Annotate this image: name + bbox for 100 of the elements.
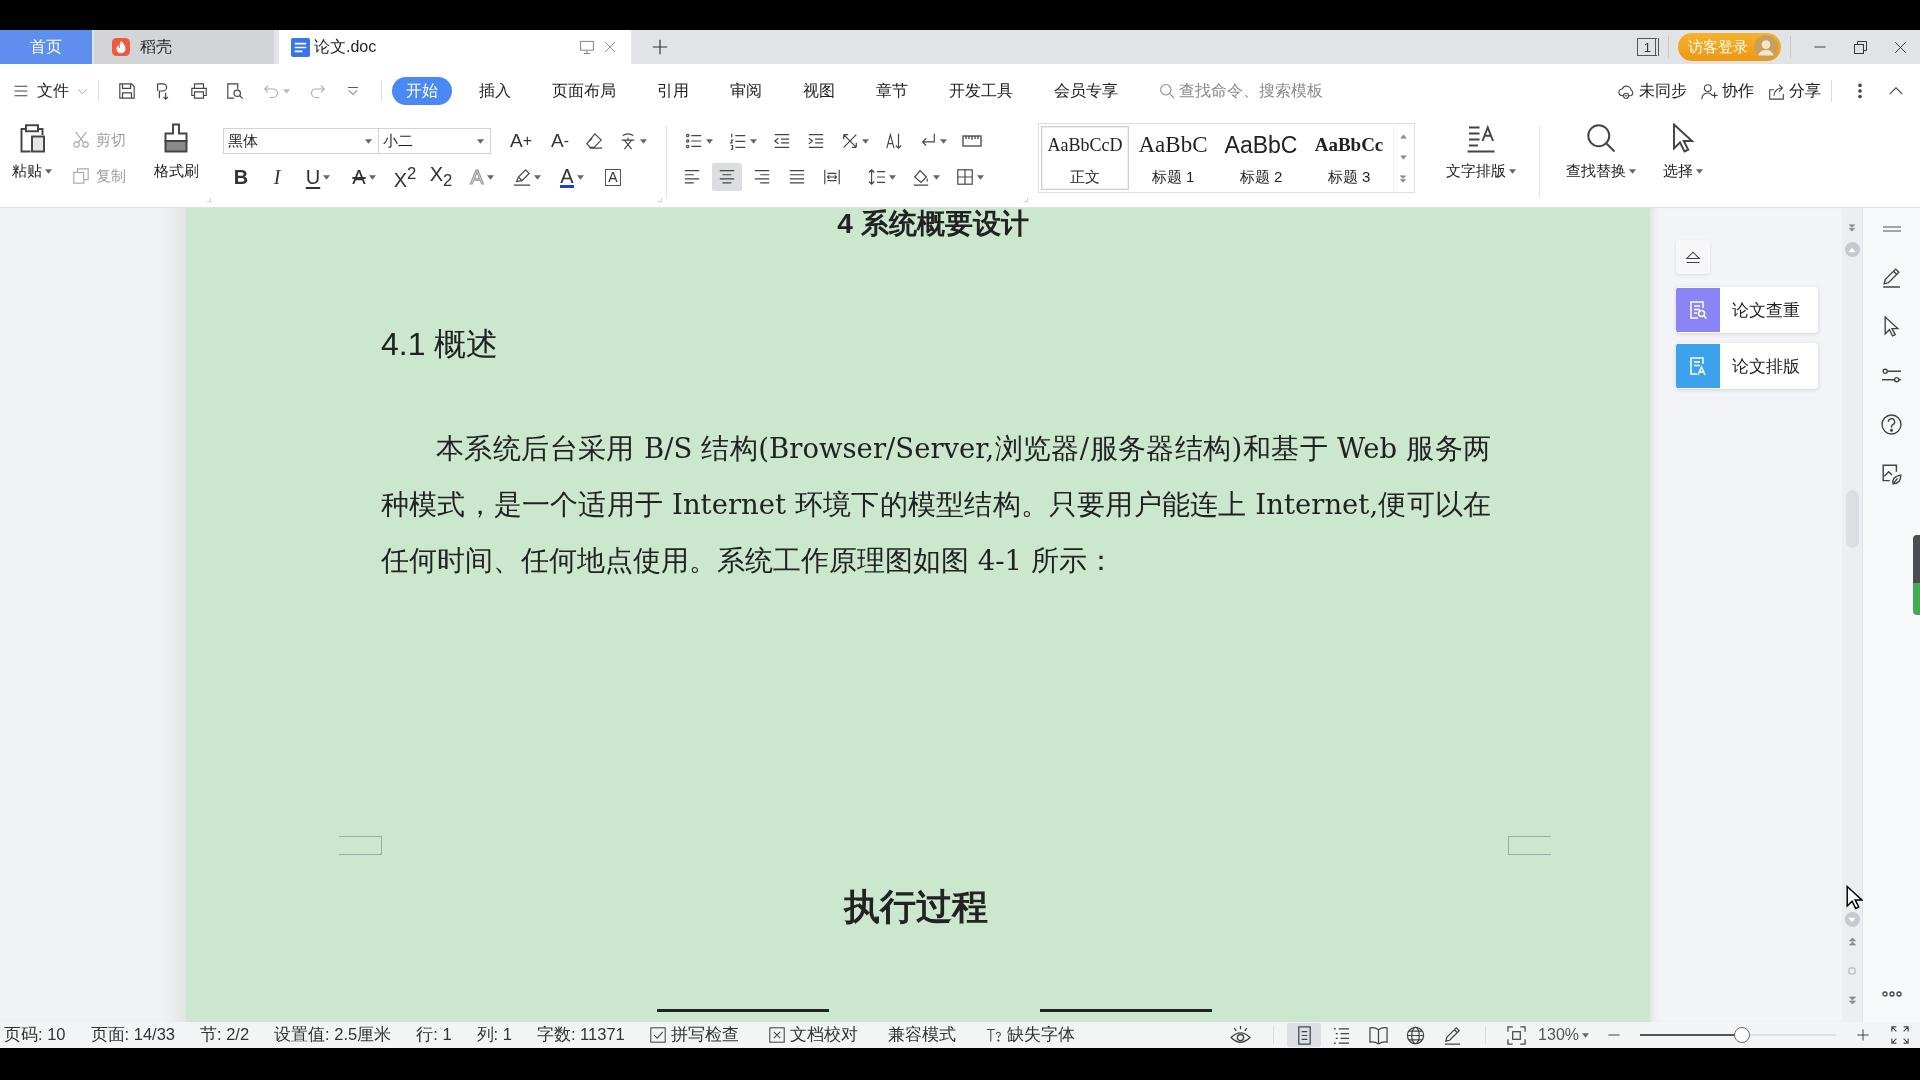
ribbon-tab[interactable]: 会员专享 bbox=[1040, 77, 1132, 105]
font-size-field[interactable]: 小二 bbox=[379, 128, 491, 154]
format-painter-button[interactable]: 格式刷 bbox=[148, 118, 204, 181]
ribbon-tab[interactable]: 页面布局 bbox=[538, 77, 630, 105]
align-left-icon bbox=[683, 168, 701, 186]
print-icon bbox=[190, 82, 208, 100]
missing-font-icon bbox=[985, 1027, 1002, 1043]
caret-icon bbox=[640, 138, 647, 144]
align-center-button[interactable] bbox=[712, 163, 742, 191]
caret-icon bbox=[368, 174, 376, 180]
double-down-icon bbox=[1848, 224, 1856, 232]
bold-button[interactable]: B bbox=[223, 163, 259, 191]
figure-title: 执行过程 bbox=[842, 886, 989, 929]
caret-icon bbox=[1509, 169, 1516, 174]
text-layout-icon bbox=[1466, 123, 1496, 153]
superscript-button[interactable]: X$^{2}$ bbox=[387, 163, 423, 191]
fit-icon bbox=[1506, 1025, 1526, 1045]
style-preview: AaBbC bbox=[1138, 133, 1208, 157]
restore-icon bbox=[1852, 39, 1868, 55]
ribbon-tab[interactable]: 章节 bbox=[862, 77, 922, 105]
proofread-button[interactable]: 文档校对 bbox=[768, 1024, 858, 1046]
bullet-list-icon bbox=[685, 132, 703, 150]
page-view-button[interactable] bbox=[1287, 1023, 1322, 1047]
character-border-button[interactable]: A bbox=[595, 163, 631, 191]
font-name-field[interactable]: 黑体 bbox=[223, 128, 379, 154]
file-menu-button[interactable]: 文件 bbox=[13, 80, 88, 102]
side-drawer-tab[interactable] bbox=[1913, 535, 1920, 615]
scissors-icon bbox=[72, 131, 90, 149]
italic-button[interactable]: I bbox=[259, 163, 295, 191]
document-tab[interactable]: 论文.doc bbox=[279, 30, 631, 64]
text-layout-button[interactable]: 文字排版 bbox=[1439, 118, 1523, 181]
docer-tab[interactable]: 稻壳 bbox=[94, 30, 274, 64]
strikethrough-button[interactable]: A bbox=[341, 163, 387, 191]
caret-icon bbox=[933, 174, 940, 180]
caret-icon bbox=[534, 174, 541, 180]
square-icon bbox=[1847, 966, 1857, 976]
spell-check-button[interactable]: 拼写检查 bbox=[649, 1024, 739, 1046]
double-up-icon bbox=[1847, 937, 1857, 946]
style-name: 标题 3 bbox=[1327, 168, 1371, 187]
sync-button[interactable]: 未同步 bbox=[1618, 80, 1687, 102]
ribbon-tab[interactable]: 引用 bbox=[643, 77, 703, 105]
sort-icon bbox=[885, 132, 903, 150]
underline-button[interactable]: U bbox=[295, 163, 341, 191]
missing-font-button[interactable]: 缺失字体 bbox=[985, 1024, 1075, 1046]
subscript-button[interactable]: X$_{2}$ bbox=[423, 163, 459, 191]
caret-icon bbox=[1582, 1032, 1589, 1038]
distributed-icon bbox=[823, 168, 841, 186]
chapter-heading: 4 系统概要设计 bbox=[836, 208, 1030, 240]
outdent-icon bbox=[773, 132, 791, 150]
font-color-button[interactable]: A bbox=[549, 163, 595, 191]
status-field: 页面: 14/33 bbox=[90, 1024, 175, 1046]
document-icon bbox=[291, 37, 310, 57]
collapse-panel-button[interactable] bbox=[1676, 240, 1710, 274]
caret-icon bbox=[365, 138, 372, 144]
image-leaf-icon bbox=[1880, 463, 1903, 485]
avatar-icon bbox=[1754, 35, 1778, 59]
caret-icon bbox=[486, 174, 494, 180]
zoom-level-dropdown[interactable]: 130% bbox=[1538, 1026, 1589, 1044]
share-button[interactable]: 分享 bbox=[1768, 80, 1821, 102]
ribbon-tab[interactable]: 审阅 bbox=[716, 77, 776, 105]
ribbon-tab[interactable]: 视图 bbox=[789, 77, 849, 105]
eye-icon bbox=[1229, 1024, 1251, 1046]
dialog-launcher-icon bbox=[204, 195, 211, 202]
checkbox-tick-icon bbox=[649, 1027, 666, 1043]
collaborate-button[interactable]: 协作 bbox=[1701, 80, 1754, 102]
save-icon bbox=[118, 82, 136, 100]
search-icon bbox=[1586, 123, 1616, 153]
zoom-slider-thumb[interactable] bbox=[1733, 1027, 1750, 1043]
writing-view-icon bbox=[1442, 1025, 1462, 1045]
thesis-tool-card[interactable]: 论文查重 bbox=[1676, 287, 1818, 333]
down-triangle-icon bbox=[1848, 915, 1856, 924]
style-option[interactable]: AaBbCcD 正文 bbox=[1041, 126, 1129, 190]
dialog-launcher-icon bbox=[1021, 195, 1028, 202]
window-count-button[interactable]: 1 bbox=[1636, 38, 1659, 56]
menu-icon bbox=[13, 83, 29, 99]
copy-icon bbox=[72, 167, 90, 185]
close-icon bbox=[603, 40, 617, 54]
crossed-arrows-icon bbox=[841, 132, 859, 150]
style-option[interactable]: AaBbCc 标题 3 bbox=[1305, 126, 1393, 190]
up-triangle-icon bbox=[1399, 133, 1407, 140]
expand-icon bbox=[1399, 175, 1407, 183]
command-search-field[interactable]: 查找命令、搜索模板 bbox=[1159, 77, 1359, 105]
section-heading: 4.1 概述 bbox=[381, 325, 500, 364]
close-icon bbox=[1892, 39, 1908, 55]
caret-icon bbox=[323, 174, 331, 180]
find-replace-button[interactable]: 查找替换 bbox=[1558, 118, 1644, 181]
pen-icon bbox=[1881, 267, 1902, 288]
thesis-tool-card[interactable]: 论文排版 bbox=[1676, 343, 1818, 389]
paste-button[interactable]: 粘贴 bbox=[8, 118, 56, 181]
ribbon-tab[interactable]: 开发工具 bbox=[935, 77, 1027, 105]
outline-view-icon bbox=[1331, 1025, 1351, 1045]
style-option[interactable]: AaBbC 标题 2 bbox=[1217, 126, 1305, 190]
status-field: 列: 1 bbox=[476, 1024, 512, 1046]
style-option[interactable]: AaBbC 标题 1 bbox=[1129, 126, 1217, 190]
compatibility-mode-button[interactable]: 兼容模式 bbox=[887, 1024, 956, 1046]
share-icon bbox=[1768, 82, 1785, 100]
customize-icon bbox=[346, 84, 360, 98]
ribbon-tab[interactable]: 插入 bbox=[465, 77, 525, 105]
caret-icon bbox=[706, 138, 713, 144]
select-button[interactable]: 选择 bbox=[1656, 118, 1710, 181]
